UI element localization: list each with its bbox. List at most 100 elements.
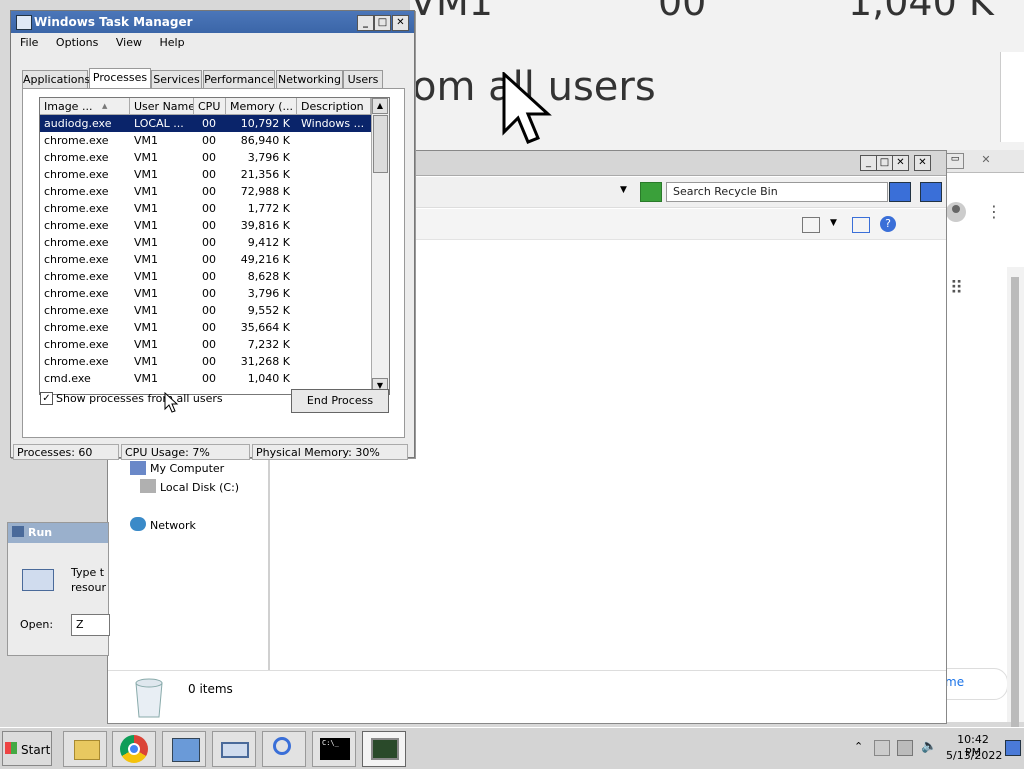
disk-icon — [140, 479, 156, 493]
windows-logo-icon — [5, 742, 17, 754]
cell-cpu: 00 — [202, 202, 216, 215]
network-tray-icon[interactable] — [897, 740, 913, 756]
close-button[interactable]: ✕ — [892, 155, 909, 171]
menu-options[interactable]: Options — [56, 36, 98, 49]
show-all-users-checkbox[interactable]: ✓ — [40, 392, 53, 405]
cell-memory: 21,356 K — [240, 168, 290, 181]
scroll-up-button[interactable]: ▲ — [372, 98, 388, 114]
process-row[interactable]: audiodg.exe LOCAL ... 00 10,792 K Windows ..… — [40, 115, 371, 132]
show-desktop-button[interactable] — [1005, 740, 1021, 756]
process-row[interactable]: cmd.exe VM1 00 1,040 K — [40, 370, 371, 387]
end-process-button[interactable]: End Process — [291, 389, 389, 413]
start-button[interactable]: Start — [2, 731, 52, 766]
cell-image: chrome.exe — [44, 287, 109, 300]
run-icon[interactable] — [212, 731, 256, 767]
maximize-button[interactable]: □ — [876, 155, 893, 171]
cell-image: chrome.exe — [44, 321, 109, 334]
menu-kebab-icon[interactable]: ⋮ — [986, 202, 1002, 221]
cell-memory: 1,772 K — [247, 202, 290, 215]
process-row[interactable]: chrome.exe VM1 00 7,232 K — [40, 336, 371, 353]
process-row[interactable]: chrome.exe VM1 00 49,216 K — [40, 251, 371, 268]
task-manager-titlebar[interactable]: Windows Task Manager _ □ ✕ — [11, 11, 414, 33]
scroll-thumb[interactable] — [373, 115, 388, 173]
process-row[interactable]: chrome.exe VM1 00 39,816 K — [40, 217, 371, 234]
process-row[interactable]: chrome.exe VM1 00 1,772 K — [40, 200, 371, 217]
column-header-memory[interactable]: Memory (... — [226, 98, 297, 115]
maximize-button[interactable]: □ — [374, 15, 391, 31]
cell-image: chrome.exe — [44, 168, 109, 181]
menu-file[interactable]: File — [20, 36, 38, 49]
tab-networking[interactable]: Networking — [276, 70, 343, 89]
search-input[interactable]: Search Recycle Bin — [666, 182, 888, 202]
nav-network[interactable]: Network — [150, 519, 196, 532]
cell-cpu: 00 — [202, 321, 216, 334]
cell-image: cmd.exe — [44, 372, 91, 385]
help-icon[interactable]: ? — [880, 216, 896, 232]
menu-view[interactable]: View — [116, 36, 142, 49]
cmd-icon[interactable]: C:\_ — [312, 731, 356, 767]
process-row[interactable]: chrome.exe VM1 00 72,988 K — [40, 183, 371, 200]
cell-cpu: 00 — [202, 117, 216, 130]
chrome-scroll-thumb[interactable] — [1011, 277, 1019, 757]
cell-user: VM1 — [134, 202, 159, 215]
process-row[interactable]: chrome.exe VM1 00 35,664 K — [40, 319, 371, 336]
cell-user: VM1 — [134, 355, 159, 368]
tab-users[interactable]: Users — [343, 70, 383, 89]
column-header-description[interactable]: Description — [297, 98, 371, 115]
process-row[interactable]: chrome.exe VM1 00 9,552 K — [40, 302, 371, 319]
restore-button[interactable]: ▭ — [946, 153, 964, 169]
action-center-icon[interactable] — [874, 740, 890, 756]
refresh-icon[interactable] — [640, 182, 662, 202]
explorer-icon[interactable] — [63, 731, 107, 767]
show-hidden-icons[interactable]: ⌃ — [854, 740, 863, 753]
show-all-users-label[interactable]: Show processes from all users — [56, 392, 223, 405]
tab-applications[interactable]: Applications — [22, 70, 90, 89]
preview-pane-icon[interactable] — [852, 217, 870, 233]
process-row[interactable]: chrome.exe VM1 00 8,628 K — [40, 268, 371, 285]
process-list-scrollbar[interactable]: ▲ ▼ — [371, 98, 389, 394]
nav-my-computer[interactable]: My Computer — [150, 462, 224, 475]
search-icon[interactable] — [889, 182, 911, 202]
cell-cpu: 00 — [202, 304, 216, 317]
column-header-image[interactable]: Image ... ▲ — [40, 98, 130, 115]
chrome-scrollbar[interactable] — [1007, 267, 1024, 757]
apps-grid-icon[interactable]: ⠿ — [950, 280, 963, 298]
zoom-mem-text: 1,040 K — [848, 0, 994, 24]
view-options-icon[interactable] — [802, 217, 820, 233]
tab-processes[interactable]: Processes — [89, 68, 151, 90]
process-row[interactable]: chrome.exe VM1 00 86,940 K — [40, 132, 371, 149]
close-button[interactable]: ✕ — [392, 15, 409, 31]
clock-date[interactable]: 5/13/2022 — [946, 749, 1002, 762]
address-dropdown-icon[interactable]: ▼ — [620, 185, 627, 195]
view-dropdown-icon[interactable]: ▼ — [830, 218, 837, 228]
cell-user: VM1 — [134, 168, 159, 181]
menu-help[interactable]: Help — [159, 36, 184, 49]
chrome-icon[interactable] — [112, 731, 156, 767]
search-icon[interactable] — [262, 731, 306, 767]
column-header-user[interactable]: User Name — [130, 98, 194, 115]
task-manager-icon[interactable] — [362, 731, 406, 767]
profile-avatar[interactable] — [946, 202, 966, 222]
tab-performance[interactable]: Performance — [203, 70, 275, 89]
process-row[interactable]: chrome.exe VM1 00 31,268 K — [40, 353, 371, 370]
close-button[interactable]: ✕ — [978, 153, 994, 167]
run-title: Run — [28, 526, 53, 539]
column-header-cpu[interactable]: CPU — [194, 98, 226, 115]
second-close-button[interactable]: ✕ — [914, 155, 931, 171]
taskbar: Start C:\_ ⌃ 🔈 10:42 PM 5/13/2022 — [0, 727, 1024, 769]
minimize-button[interactable]: _ — [357, 15, 374, 31]
process-row[interactable]: chrome.exe VM1 00 3,796 K — [40, 149, 371, 166]
search-icon-secondary[interactable] — [920, 182, 942, 202]
cell-cpu: 00 — [202, 168, 216, 181]
nav-local-disk[interactable]: Local Disk (C:) — [160, 481, 239, 494]
computer-icon — [130, 461, 146, 475]
process-row[interactable]: chrome.exe VM1 00 3,796 K — [40, 285, 371, 302]
tab-services[interactable]: Services — [151, 70, 202, 89]
status-processes: Processes: 60 — [13, 444, 119, 460]
process-row[interactable]: chrome.exe VM1 00 21,356 K — [40, 166, 371, 183]
open-input[interactable]: Z — [71, 614, 110, 636]
minimize-button[interactable]: _ — [860, 155, 877, 171]
process-row[interactable]: chrome.exe VM1 00 9,412 K — [40, 234, 371, 251]
control-panel-icon[interactable] — [162, 731, 206, 767]
volume-icon[interactable]: 🔈 — [921, 739, 937, 754]
